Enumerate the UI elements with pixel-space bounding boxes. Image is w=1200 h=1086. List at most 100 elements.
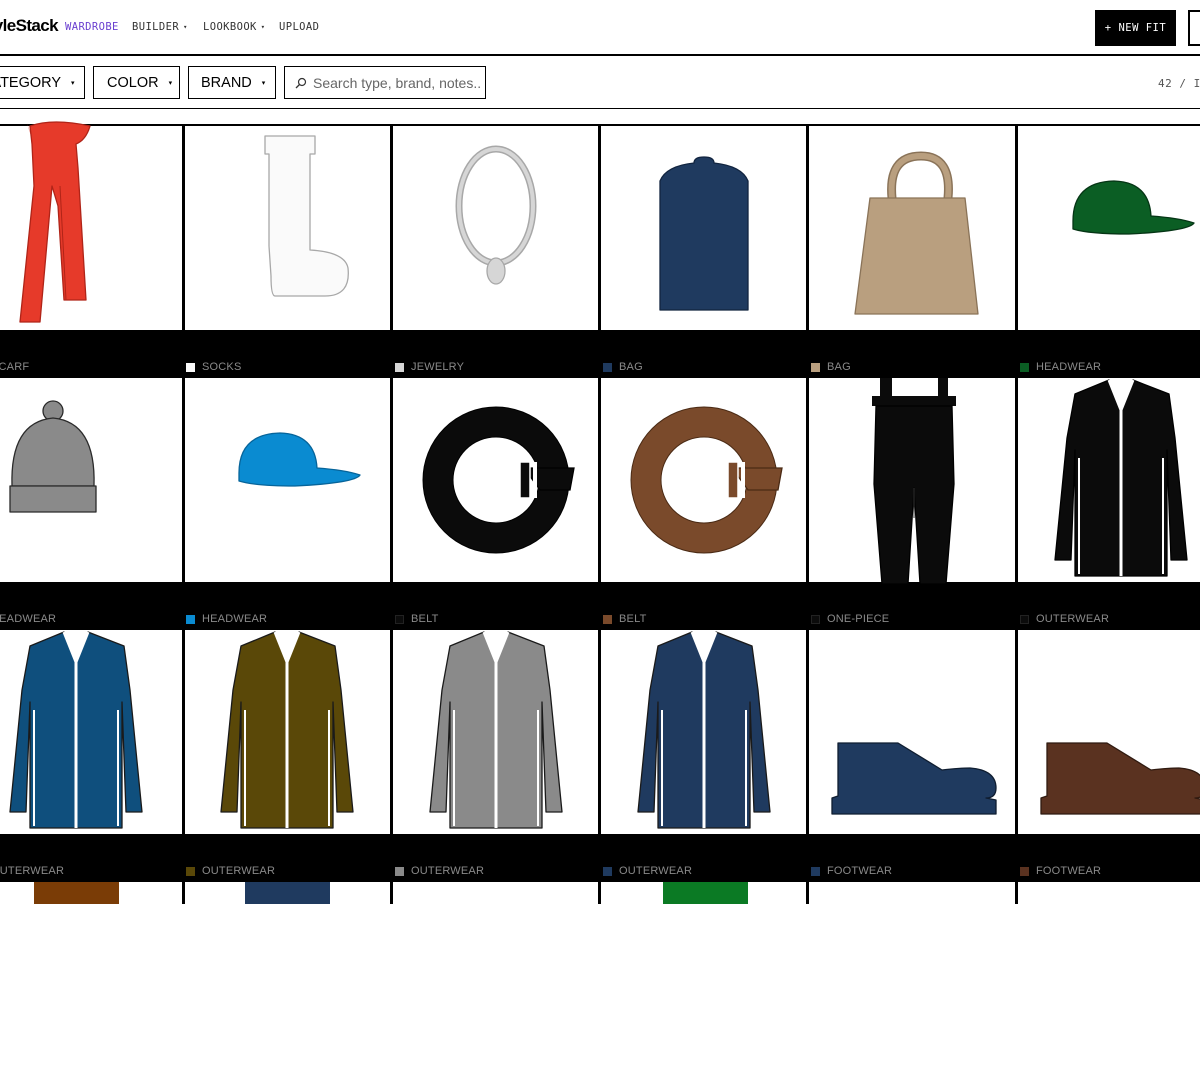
wardrobe-item-tile[interactable] (1019, 630, 1200, 834)
item-category-label: OUTERWEAR (395, 865, 484, 877)
item-category-label: BELT (603, 613, 647, 625)
color-swatch (603, 362, 612, 372)
nav-wardrobe[interactable]: WARDROBE (65, 21, 119, 33)
belt-icon (630, 406, 783, 554)
category-text: BAG (619, 361, 643, 373)
category-text: HEADWEAR (202, 613, 268, 625)
nav-lookbook[interactable]: LOOKBOOK ▾ (203, 21, 265, 33)
overalls-icon (872, 378, 956, 585)
color-swatch (186, 614, 195, 624)
wardrobe-item-tile[interactable] (185, 378, 390, 582)
wardrobe-item-tile[interactable] (0, 378, 179, 582)
color-swatch (603, 614, 612, 624)
new-fit-button[interactable]: + NEW FIT (1095, 10, 1176, 46)
item-category-label: HEADWEAR (0, 613, 56, 625)
sock-icon (264, 135, 349, 297)
color-swatch (395, 866, 404, 876)
nav-builder[interactable]: BUILDER ▾ (132, 21, 188, 33)
category-text: HEADWEAR (1036, 361, 1102, 373)
grid-divider (1015, 124, 1018, 904)
wardrobe-item-tile[interactable] (810, 630, 1015, 834)
wardrobe-item-tile[interactable] (185, 882, 390, 1086)
color-swatch (1020, 866, 1029, 876)
color-swatch (186, 362, 195, 372)
item-count: 42 / ITEMS (1158, 77, 1200, 90)
item-category-label: SOCKS (186, 361, 242, 373)
category-text: BAG (827, 361, 851, 373)
wardrobe-item-tile[interactable] (185, 630, 390, 834)
grid-divider (598, 124, 601, 904)
color-swatch (395, 614, 404, 624)
category-filter[interactable]: CATEGORY▾ (0, 66, 85, 99)
category-text: OUTERWEAR (1036, 613, 1110, 625)
coat-icon (9, 631, 143, 829)
item-category-label: SCARF (0, 361, 29, 373)
item-category-label: BELT (395, 613, 439, 625)
item-category-label: HEADWEAR (186, 613, 267, 625)
wardrobe-item-tile[interactable] (394, 882, 748, 1086)
wardrobe-item-tile[interactable] (810, 378, 1015, 585)
wardrobe-item-tile[interactable] (602, 378, 807, 582)
category-text: OUTERWEAR (619, 865, 693, 877)
grid-divider (390, 124, 393, 904)
wardrobe-item-tile[interactable] (394, 378, 599, 582)
wardrobe-item-tile[interactable] (394, 126, 599, 330)
grid-divider (182, 124, 185, 904)
nav-upload[interactable]: UPLOAD (279, 21, 319, 33)
chevron-down-icon: ▾ (71, 79, 75, 87)
coat-icon (637, 631, 771, 829)
wardrobe-item-tile[interactable] (1019, 378, 1200, 582)
wardrobe-item-tile[interactable] (810, 126, 1015, 330)
brand-filter[interactable]: BRAND ▾ (188, 66, 276, 99)
category-text: BELT (619, 613, 647, 625)
wardrobe-item-tile[interactable] (0, 630, 179, 834)
item-category-label: BAG (603, 361, 643, 373)
partial-item-icon (245, 882, 330, 904)
color-swatch (186, 866, 195, 876)
color-swatch (811, 614, 820, 624)
wardrobe-item-tile[interactable] (185, 126, 390, 330)
necklace-icon (455, 145, 537, 285)
wardrobe-item-tile[interactable] (0, 882, 179, 1086)
category-text: HEADWEAR (0, 613, 57, 625)
color-swatch (811, 866, 820, 876)
garment-bag-icon (659, 156, 749, 311)
category-text: ONE-PIECE (827, 613, 890, 625)
item-category-label: BAG (811, 361, 851, 373)
item-category-label: OUTERWEAR (603, 865, 692, 877)
filter-bar: CATEGORY▾ COLOR▾ BRAND▾ 42 / ITEMS (0, 56, 1200, 109)
color-swatch (1020, 614, 1029, 624)
chevron-down-icon: ▾ (261, 79, 266, 87)
color-swatch (395, 362, 404, 372)
item-category-label: OUTERWEAR (0, 865, 64, 877)
category-text: FOOTWEAR (1036, 865, 1102, 877)
partial-item-icon (663, 882, 748, 904)
shoe-icon (1040, 742, 1200, 815)
item-category-label: OUTERWEAR (186, 865, 275, 877)
wardrobe-item-tile[interactable] (394, 630, 599, 834)
item-category-label: FOOTWEAR (811, 865, 892, 877)
color-swatch (811, 362, 820, 372)
wardrobe-item-tile[interactable] (1019, 126, 1200, 330)
chevron-down-icon: ▾ (260, 23, 266, 31)
wardrobe-item-tile[interactable] (602, 630, 807, 834)
item-category-label: JEWELRY (395, 361, 464, 373)
search-icon (295, 77, 307, 88)
category-text: BELT (411, 613, 439, 625)
top-nav: StyleStack WARDROBE BUILDER▾ LOOKBOOK▾ U… (0, 0, 1200, 56)
category-text: SCARF (0, 361, 30, 373)
search-input[interactable] (313, 74, 483, 91)
color-filter[interactable]: COLOR ▾ (93, 66, 180, 99)
wardrobe-item-tile[interactable] (602, 126, 807, 330)
partial-item-icon (34, 882, 119, 904)
coat-icon (429, 631, 563, 829)
wardrobe-item-tile[interactable] (0, 121, 179, 330)
cap-icon (238, 432, 361, 487)
category-text: SOCKS (202, 361, 242, 373)
profile-button[interactable] (1188, 10, 1200, 46)
category-text: JEWELRY (411, 361, 465, 373)
item-category-label: ONE-PIECE (811, 613, 889, 625)
app-logo[interactable]: StyleStack (0, 16, 59, 36)
coat-icon (1054, 379, 1188, 577)
item-category-label: FOOTWEAR (1020, 865, 1101, 877)
